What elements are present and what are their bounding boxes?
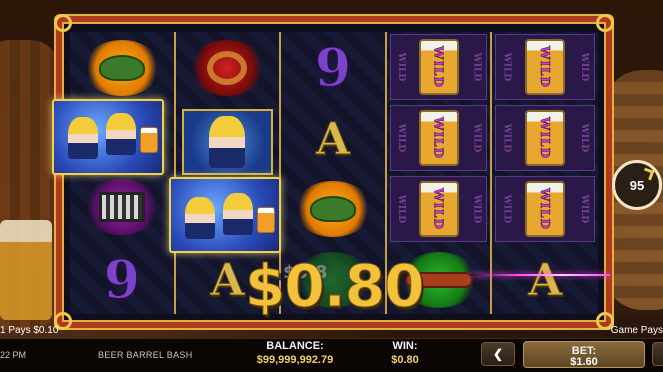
alpine-hat-icon <box>98 55 145 81</box>
win-amount-overlay: $0.80 <box>244 252 424 321</box>
alpine-hat-icon <box>309 196 356 222</box>
symbol-wild: WILD WILD WILD <box>492 103 598 173</box>
maid-icon <box>106 113 136 155</box>
maid-icon <box>223 193 253 235</box>
symbol-hat <box>281 174 385 244</box>
beer-stein-icon: WILD <box>418 181 459 237</box>
maid-icon <box>68 117 98 159</box>
symbol-nine: 9 <box>103 249 140 311</box>
win-value: $0.80 <box>391 354 419 366</box>
symbol-pretzel <box>176 32 280 104</box>
symbol-hat <box>70 32 174 104</box>
symbol-ace: A <box>528 254 563 306</box>
symbol-maid-portrait <box>176 107 280 177</box>
bet-increase-button[interactable] <box>652 342 663 366</box>
symbol-wild: WILD WILD WILD <box>492 174 598 244</box>
frame-ornament-icon <box>596 14 614 32</box>
bet-value: $1.60 <box>570 356 598 368</box>
game-pays-text: Game Pays <box>610 325 663 336</box>
symbol-wild: WILD WILD WILD <box>492 32 598 102</box>
beer-mug-decoration <box>0 220 52 320</box>
symbol-ace: A <box>315 113 351 165</box>
maid-icon <box>185 197 215 239</box>
symbol-wild: WILD WILD WILD <box>387 174 491 244</box>
frame-ornament-icon <box>54 14 72 32</box>
win-label: WIN: <box>392 340 418 352</box>
game-title: BEER BARREL BASH <box>98 350 193 360</box>
maid-icon <box>209 116 246 168</box>
beer-stein-icon: WILD <box>418 39 459 95</box>
balance-value: $99,999,992.79 <box>256 354 334 366</box>
beer-stein-icon: WILD <box>525 110 566 166</box>
bet-display[interactable]: BET: $1.60 <box>523 341 645 368</box>
beer-stein-icon: WILD <box>525 181 566 237</box>
symbol-accordion <box>70 172 174 242</box>
symbol-nine: 9 <box>314 37 352 99</box>
win-line-beam <box>470 274 610 276</box>
beer-stein-icon <box>140 127 158 153</box>
beer-stein-icon: WILD <box>525 39 566 95</box>
winning-symbol-maids <box>52 99 164 175</box>
symbol-wild: WILD WILD WILD <box>387 32 491 102</box>
accordion-icon <box>98 192 145 222</box>
autospin-counter-button[interactable]: 95 <box>612 160 662 210</box>
line-pay-text: 1 Pays $0.10 <box>0 325 59 336</box>
winning-symbol-maids <box>169 177 281 253</box>
reel-5: WILD WILD WILD WILD WILD WILD WILD WILD WILD A <box>492 32 598 314</box>
balance-label: BALANCE: <box>266 340 324 352</box>
symbol-wild: WILD WILD WILD <box>387 103 491 173</box>
bet-decrease-button[interactable]: ❮ <box>481 342 515 366</box>
clock-text: 22 PM <box>0 350 27 360</box>
beer-stein-icon <box>257 207 275 233</box>
chevron-left-icon: ❮ <box>492 347 504 361</box>
beer-stein-icon: WILD <box>418 110 459 166</box>
